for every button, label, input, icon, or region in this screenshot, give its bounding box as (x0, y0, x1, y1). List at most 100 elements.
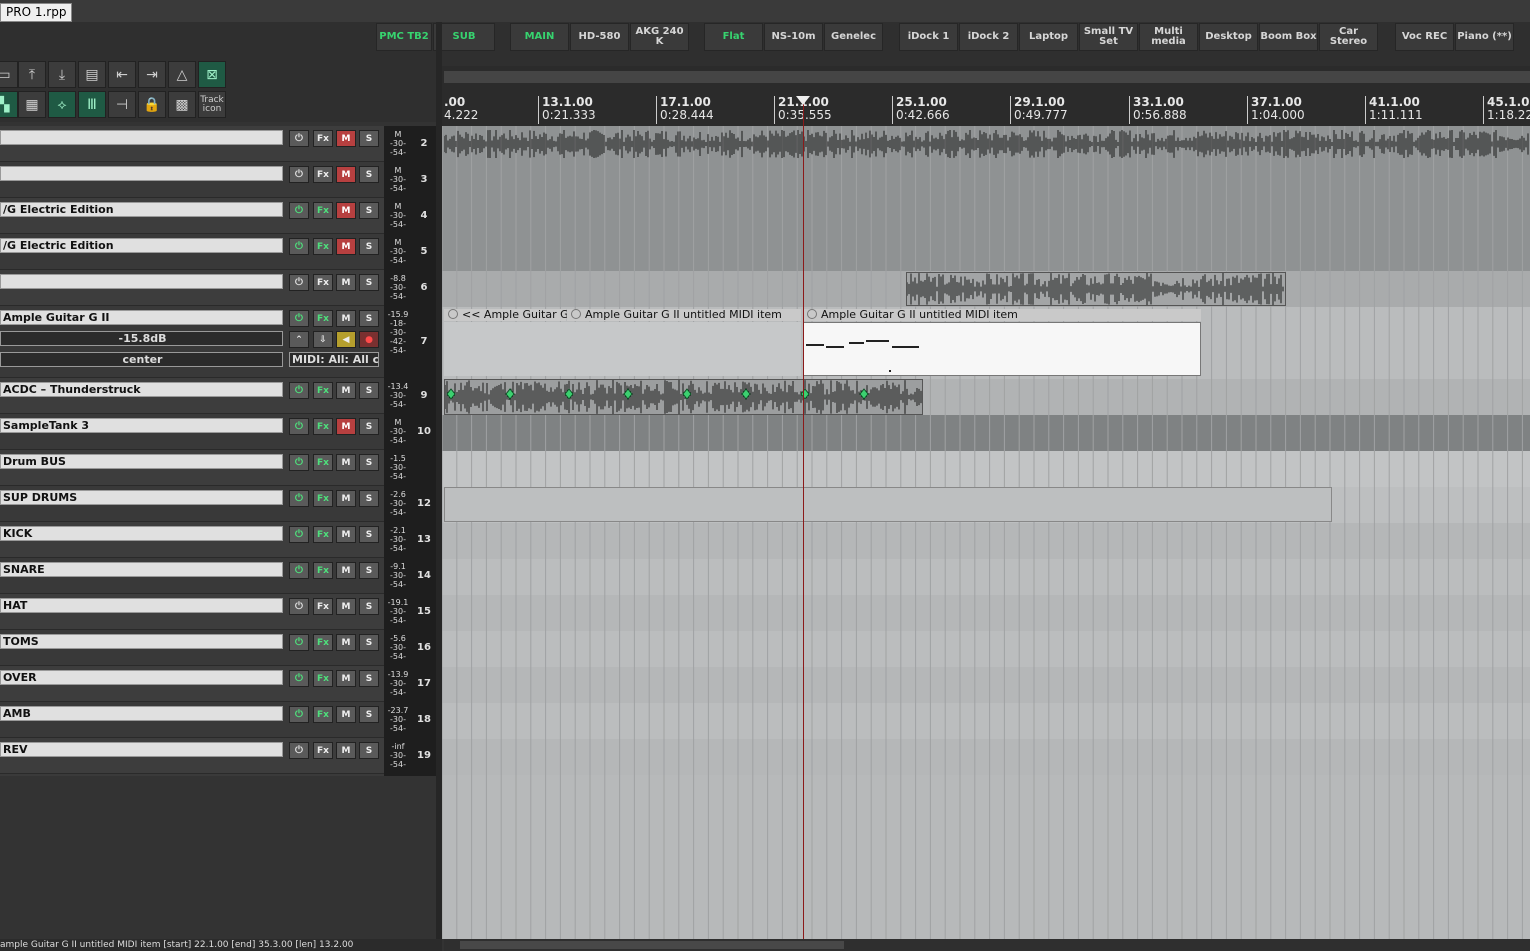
track-number[interactable]: 5 (414, 246, 434, 257)
view-button-voc-rec[interactable]: Voc REC (1395, 23, 1454, 51)
track-row[interactable]: OVER ⏻ Fx M S -13.9 -30- -54- 17 (0, 666, 431, 702)
track-row[interactable]: Drum BUS ⏻ Fx M S -1.5 -30- -54- (0, 450, 406, 486)
fx-button[interactable]: Fx (313, 382, 333, 399)
track-number[interactable]: 13 (414, 534, 434, 545)
fx-button[interactable]: Fx (313, 562, 333, 579)
track-name-field[interactable]: HAT (0, 598, 283, 613)
track-name-field[interactable]: Ample Guitar G II (0, 310, 283, 325)
track-row[interactable]: REV ⏻ Fx M S -inf -30- -54- 19 (0, 738, 431, 774)
midi-item[interactable] (444, 487, 1332, 522)
fx-bypass-icon[interactable]: ⏻ (289, 130, 309, 147)
solo-button[interactable]: S (359, 598, 379, 615)
view-button-piano[interactable]: Piano (**) (1455, 23, 1514, 51)
volume-fader[interactable]: -15.8dB (0, 331, 283, 346)
solo-button[interactable]: S (359, 634, 379, 651)
midi-item-label[interactable]: Ample Guitar G II untitled MIDI item (803, 309, 1201, 321)
mute-button[interactable]: M (336, 454, 356, 471)
mute-button[interactable]: M (336, 598, 356, 615)
mute-button[interactable]: M (336, 382, 356, 399)
fx-button[interactable]: Fx (313, 598, 333, 615)
track-name-field[interactable]: SampleTank 3 (0, 418, 283, 433)
track-number[interactable]: 10 (414, 426, 434, 437)
mute-button[interactable]: M (336, 130, 356, 147)
nudge-left-icon[interactable]: ⇤ (108, 61, 136, 88)
solo-button[interactable]: S (359, 670, 379, 687)
view-button-pmc-tb2[interactable]: PMC TB2 (376, 23, 432, 51)
track-name-field[interactable]: OVER (0, 670, 283, 685)
split-icon[interactable]: ⊣ (108, 91, 136, 118)
mute-button[interactable]: M (336, 742, 356, 759)
fx-button[interactable]: Fx (313, 130, 333, 147)
fx-bypass-icon[interactable]: ⏻ (289, 670, 309, 687)
envelope-icon[interactable]: ⌃ (289, 331, 309, 348)
nudge-right-icon[interactable]: ⇥ (138, 61, 166, 88)
track-number[interactable]: 3 (414, 174, 434, 185)
view-button-flat[interactable]: Flat (704, 23, 763, 51)
fx-bypass-icon[interactable]: ⏻ (289, 598, 309, 615)
fx-button[interactable]: Fx (313, 706, 333, 723)
track-row[interactable]: ⏻ Fx M S -8.8 -30- -54- 6 (0, 270, 427, 306)
track-name-field[interactable]: /G Electric Edition (0, 202, 283, 217)
track-number[interactable]: 12 (414, 498, 434, 509)
fx-button[interactable]: Fx (313, 166, 333, 183)
open-project-icon[interactable]: ▭ (0, 61, 18, 88)
item-grouping-icon[interactable]: Ⅲ (78, 91, 106, 118)
fx-bypass-icon[interactable]: ⏻ (289, 562, 309, 579)
solo-button[interactable]: S (359, 454, 379, 471)
snap-icon[interactable]: ▚ (0, 91, 18, 118)
track-name-field[interactable] (0, 130, 283, 145)
track-row[interactable]: /G Electric Edition ⏻ Fx M S M -30- -54- 5 (0, 234, 427, 270)
solo-button[interactable]: S (359, 238, 379, 255)
lock-icon[interactable]: 🔒 (138, 91, 166, 118)
view-button-small-tv-set[interactable]: Small TV Set (1079, 23, 1138, 51)
track-row[interactable]: ⏻ Fx M S M -30- -54- 3 (0, 162, 427, 198)
import-icon[interactable]: ⤒ (18, 61, 46, 88)
fx-bypass-icon[interactable]: ⏻ (289, 526, 309, 543)
color-icon[interactable]: ▩ (168, 91, 196, 118)
fx-button[interactable]: Fx (313, 238, 333, 255)
midi-item-selected[interactable] (803, 322, 1201, 376)
fx-bypass-icon[interactable]: ⏻ (289, 706, 309, 723)
track-number[interactable]: 18 (414, 714, 434, 725)
track-row[interactable]: KICK ⏻ Fx M S -2.1 -30- -54- 13 (0, 522, 431, 558)
monitor-icon[interactable]: ◀ (336, 331, 356, 348)
region-lane[interactable] (444, 71, 1530, 83)
mute-button[interactable]: M (336, 526, 356, 543)
track-name-field[interactable]: REV (0, 742, 283, 757)
solo-button[interactable]: S (359, 742, 379, 759)
fx-button[interactable]: Fx (313, 310, 333, 327)
pan-fader[interactable]: center (0, 352, 283, 367)
fx-button[interactable]: Fx (313, 274, 333, 291)
track-row[interactable]: Ample Guitar G II ⏻ Fx M S -15.8dB center ⌃ ⇩ ◀ ● M… (0, 306, 427, 378)
solo-button[interactable]: S (359, 706, 379, 723)
track-number[interactable]: 17 (414, 678, 434, 689)
track-number[interactable]: 7 (414, 336, 434, 347)
fx-bypass-icon[interactable]: ⏻ (289, 202, 309, 219)
solo-button[interactable]: S (359, 166, 379, 183)
play-cursor[interactable] (803, 96, 804, 939)
midi-item[interactable] (444, 322, 801, 376)
track-name-field[interactable] (0, 274, 283, 289)
track-name-field[interactable]: KICK (0, 526, 283, 541)
track-name-field[interactable]: AMB (0, 706, 283, 721)
fx-button[interactable]: Fx (313, 634, 333, 651)
track-name-field[interactable]: SNARE (0, 562, 283, 577)
metronome-icon[interactable]: △ (168, 61, 196, 88)
fx-bypass-icon[interactable]: ⏻ (289, 166, 309, 183)
track-icon-button[interactable]: Track icon (198, 91, 226, 118)
audio-item[interactable] (444, 379, 923, 415)
record-arm-button[interactable]: ● (359, 331, 379, 348)
view-button-multimedia[interactable]: Multi media (1139, 23, 1198, 51)
project-tab[interactable]: PRO 1.rpp (0, 3, 73, 22)
arrange-view[interactable]: << Ample Guitar G I... Ample Guitar G II… (442, 126, 1530, 939)
track-row[interactable]: /G Electric Edition ⏻ Fx M S M -30- -54- 4 (0, 198, 427, 234)
routing-icon[interactable]: ⇩ (313, 331, 333, 348)
track-number[interactable]: 14 (414, 570, 434, 581)
tcp-empty-area[interactable] (0, 776, 436, 939)
view-button-desktop[interactable]: Desktop (1199, 23, 1258, 51)
mute-button[interactable]: M (336, 490, 356, 507)
midi-item-label[interactable]: << Ample Guitar G I... (444, 309, 586, 321)
solo-button[interactable]: S (359, 382, 379, 399)
fx-bypass-icon[interactable]: ⏻ (289, 418, 309, 435)
mute-button[interactable]: M (336, 418, 356, 435)
